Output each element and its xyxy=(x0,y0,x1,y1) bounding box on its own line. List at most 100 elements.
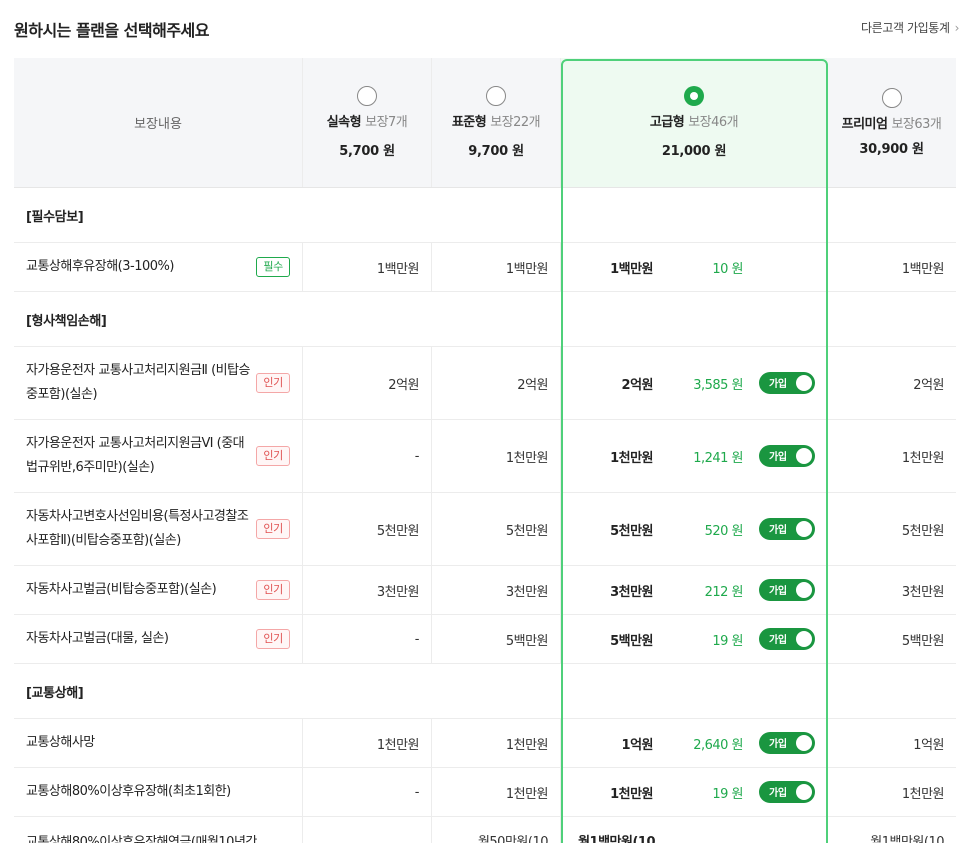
coverage-row: 교통상해80%이상후유장해(최초1회한) - 1천만원 1천만원 19 원 가입 1천만원 xyxy=(14,768,956,817)
advanced-amount: 2억원 xyxy=(621,377,654,393)
standard-amount-cell: 1백만원 xyxy=(432,243,561,291)
coverage-name: 자가용운전자 교통사고처리지원금Ⅵ (중대법규위반,6주미만)(실손) xyxy=(26,436,245,475)
coverage-name-cell: 자동차사고벌금(비탑승중포함)(실손) 인기 xyxy=(14,566,303,614)
plan-option-standard[interactable]: 표준형 보장22개 9,700 원 xyxy=(432,58,561,187)
standard-amount: 5백만원 xyxy=(505,633,549,649)
plan-radio-advanced-selected[interactable] xyxy=(684,86,704,106)
plan-name: 고급형 xyxy=(649,115,685,130)
advanced-amount-cell: 5백만원 19 원 가입 xyxy=(561,615,827,663)
plan-price: 5,700 원 xyxy=(339,144,395,159)
standard-amount: 5천만원 xyxy=(505,523,549,539)
basic-amount: - xyxy=(414,784,420,800)
premium-amount-cell: 3천만원 xyxy=(827,566,956,614)
plan-price: 21,000 원 xyxy=(661,144,727,159)
basic-amount: 1천만원 xyxy=(376,737,420,753)
plan-option-premium[interactable]: 프리미엄 보장63개 30,900 원 xyxy=(827,58,956,187)
customer-stats-link[interactable]: 다른고객 가입통계 › xyxy=(861,19,959,36)
join-toggle-label: 가입 xyxy=(769,788,787,799)
join-toggle[interactable]: 가입 xyxy=(759,732,815,754)
join-toggle[interactable]: 가입 xyxy=(759,372,815,394)
coverage-row: 자가용운전자 교통사고처리지원금Ⅵ (중대법규위반,6주미만)(실손) 인기 - 1천… xyxy=(14,420,956,493)
standard-amount: 월50만원(10 xyxy=(477,835,549,843)
toggle-knob xyxy=(796,582,812,598)
join-toggle-label: 가입 xyxy=(769,525,787,536)
plan-coverage-count: 보장22개 xyxy=(490,115,541,130)
advanced-premium-fee: 1,241 원 xyxy=(693,450,743,466)
coverage-name-cell: 교통상해80%이상후유장해(최초1회한) xyxy=(14,768,303,816)
basic-amount: - xyxy=(414,448,420,464)
popular-badge: 인기 xyxy=(256,446,290,466)
coverage-row: 자동차사고벌금(대물, 실손) 인기 - 5백만원 5백만원 19 원 가입 5백만원 xyxy=(14,615,956,664)
advanced-amount: 1천만원 xyxy=(610,450,653,466)
join-toggle[interactable]: 가입 xyxy=(759,518,815,540)
join-toggle[interactable]: 가입 xyxy=(759,781,815,803)
standard-amount: 1천만원 xyxy=(505,450,549,466)
plan-option-basic[interactable]: 실속형 보장7개 5,700 원 xyxy=(303,58,432,187)
popular-badge: 인기 xyxy=(256,580,290,600)
advanced-amount-cell: 월1백만원(10 xyxy=(561,817,827,843)
coverage-header: 보장내용 xyxy=(14,58,303,187)
coverage-name: 자동차사고벌금(비탑승중포함)(실손) xyxy=(26,582,217,597)
coverage-row: 자동차사고벌금(비탑승중포함)(실손) 인기 3천만원 3천만원 3천만원 212 원 가입… xyxy=(14,566,956,615)
standard-amount-cell: 1천만원 xyxy=(432,768,561,816)
coverage-name: 자가용운전자 교통사고처리지원금Ⅱ (비탑승중포함)(실손) xyxy=(26,363,251,402)
premium-amount-cell: 5백만원 xyxy=(827,615,956,663)
join-toggle-label: 가입 xyxy=(769,379,787,390)
advanced-premium-fee: 10 원 xyxy=(712,261,743,277)
toggle-knob xyxy=(796,375,812,391)
premium-amount-cell: 1억원 xyxy=(827,719,956,767)
basic-amount: 3천만원 xyxy=(376,584,420,600)
standard-amount-cell: 월50만원(10 xyxy=(432,817,561,843)
coverage-name-cell: 자동차사고변호사선임비용(특정사고경찰조사포함Ⅱ)(비탑승중포함)(실손) 인기 xyxy=(14,493,303,565)
coverage-row: 자동차사고변호사선임비용(특정사고경찰조사포함Ⅱ)(비탑승중포함)(실손) 인기 5… xyxy=(14,493,956,566)
section-title: [교통상해] xyxy=(14,664,956,719)
coverage-name: 교통상해80%이상후유장해연금(매월10년간 xyxy=(26,835,257,843)
section-title: [필수담보] xyxy=(14,188,956,243)
plan-radio-standard[interactable] xyxy=(486,86,506,106)
plan-radio-basic[interactable] xyxy=(357,86,377,106)
coverage-name-cell: 자동차사고벌금(대물, 실손) 인기 xyxy=(14,615,303,663)
popular-badge: 인기 xyxy=(256,373,290,393)
basic-amount-cell: - xyxy=(303,420,432,492)
join-toggle-label: 가입 xyxy=(769,739,787,750)
page-title: 원하시는 플랜을 선택해주세요 xyxy=(14,21,210,40)
premium-amount: 월1백만원(10 xyxy=(870,835,944,843)
coverage-name-cell: 자가용운전자 교통사고처리지원금Ⅵ (중대법규위반,6주미만)(실손) 인기 xyxy=(14,420,303,492)
advanced-amount: 5백만원 xyxy=(610,633,653,649)
chevron-right-icon: › xyxy=(954,20,960,35)
toggle-knob xyxy=(796,735,812,751)
advanced-amount-cell: 1천만원 1,241 원 가입 xyxy=(561,420,827,492)
basic-amount: 5천만원 xyxy=(376,523,420,539)
premium-amount: 5백만원 xyxy=(901,633,945,649)
standard-amount-cell: 2억원 xyxy=(432,347,561,419)
advanced-premium-fee: 19 원 xyxy=(712,633,743,649)
premium-amount: 1천만원 xyxy=(901,450,945,466)
basic-amount: 1백만원 xyxy=(376,261,420,277)
basic-amount-cell xyxy=(303,817,432,843)
advanced-amount: 1억원 xyxy=(621,737,654,753)
advanced-amount-cell: 2억원 3,585 원 가입 xyxy=(561,347,827,419)
basic-amount-cell: - xyxy=(303,615,432,663)
plan-option-advanced[interactable]: 고급형 보장46개 21,000 원 xyxy=(561,58,827,187)
premium-amount: 1백만원 xyxy=(901,261,945,277)
standard-amount: 2억원 xyxy=(517,377,548,393)
basic-amount-cell: 5천만원 xyxy=(303,493,432,565)
join-toggle[interactable]: 가입 xyxy=(759,628,815,650)
plan-coverage-count: 보장46개 xyxy=(688,115,739,130)
join-toggle[interactable]: 가입 xyxy=(759,445,815,467)
advanced-premium-fee: 2,640 원 xyxy=(693,737,743,753)
coverage-row: 교통상해사망 1천만원 1천만원 1억원 2,640 원 가입 1억원 xyxy=(14,719,956,768)
coverage-name: 자동차사고변호사선임비용(특정사고경찰조사포함Ⅱ)(비탑승중포함)(실손) xyxy=(26,509,249,548)
advanced-premium-fee: 212 원 xyxy=(704,584,744,600)
standard-amount-cell: 1천만원 xyxy=(432,420,561,492)
plan-radio-premium[interactable] xyxy=(881,88,902,108)
coverage-name-cell: 자가용운전자 교통사고처리지원금Ⅱ (비탑승중포함)(실손) 인기 xyxy=(14,347,303,419)
toggle-knob xyxy=(796,784,812,800)
popular-badge: 인기 xyxy=(256,629,290,649)
coverage-name: 교통상해80%이상후유장해(최초1회한) xyxy=(26,784,231,799)
premium-amount-cell: 5천만원 xyxy=(827,493,956,565)
coverage-row: 교통상해80%이상후유장해연금(매월10년간 월50만원(10 월1백만원(10 월1… xyxy=(14,817,956,843)
required-badge: 필수 xyxy=(256,257,290,277)
advanced-amount-cell: 3천만원 212 원 가입 xyxy=(561,566,827,614)
join-toggle[interactable]: 가입 xyxy=(759,579,815,601)
